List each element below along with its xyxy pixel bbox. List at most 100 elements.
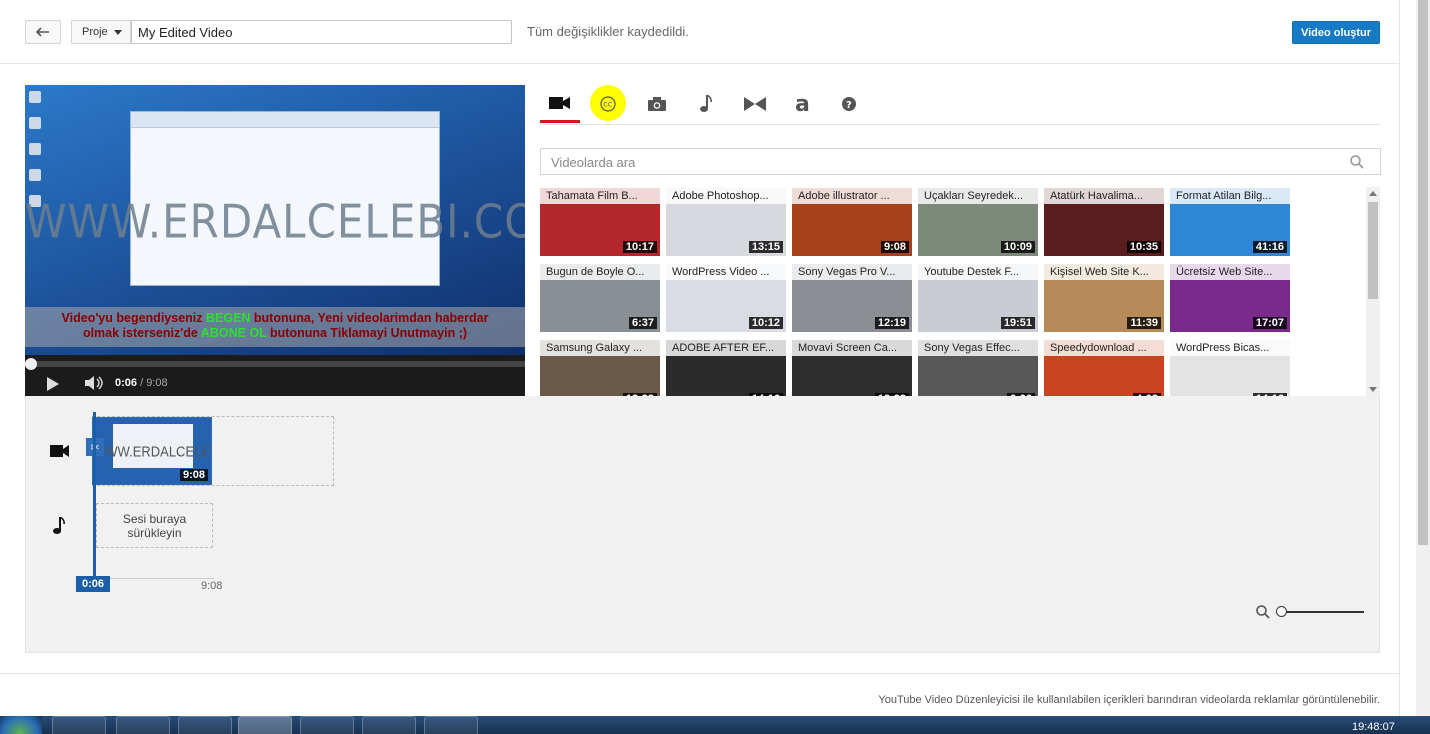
footer-note: YouTube Video Düzenleyicisi ile kullanıl… <box>878 694 1380 706</box>
video-track-icon <box>50 445 69 457</box>
video-thumbnail[interactable]: Adobe illustrator ... 9:08 <box>792 188 912 256</box>
video-thumbnail[interactable]: Speedydownload ...4:02 <box>1044 340 1164 397</box>
closed-caption-icon: CC <box>600 96 616 112</box>
video-duration: 10:35 <box>1126 241 1161 253</box>
zoom-slider-track[interactable] <box>1276 611 1364 613</box>
video-grid-scrollbar-thumb[interactable] <box>1368 202 1378 299</box>
save-status: Tüm değişiklikler kaydedildi. <box>527 24 689 39</box>
video-thumbnail[interactable]: WordPress Video ... 10:12 <box>666 264 786 332</box>
taskbar-explorer[interactable] <box>116 716 170 734</box>
search-icon[interactable] <box>1350 155 1364 169</box>
video-thumbnail[interactable]: Movavi Screen Ca...18:23 <box>792 340 912 397</box>
video-title: Movavi Screen Ca... <box>792 340 912 356</box>
back-button[interactable] <box>25 20 61 44</box>
tab-videos[interactable] <box>540 85 580 123</box>
audio-track-icon <box>53 517 65 534</box>
svg-text:?: ? <box>846 100 852 111</box>
video-title: Bugun de Boyle O... <box>540 264 660 280</box>
taskbar-tool[interactable] <box>424 716 478 734</box>
taskbar-clock: 19:48:07 <box>1352 721 1395 733</box>
chevron-down-icon <box>113 29 122 35</box>
video-title: WordPress Bicas... <box>1170 340 1290 356</box>
clip-duration: 9:08 <box>179 469 208 481</box>
video-title: Atatürk Havalima... <box>1044 188 1164 204</box>
video-thumbnail[interactable]: Sony Vegas Effec...6:06 <box>918 340 1038 397</box>
video-grid-scrollbar[interactable] <box>1366 187 1380 396</box>
progress-bar[interactable] <box>25 358 525 370</box>
video-thumbnail[interactable]: Ücretsiz Web Site... 17:07 <box>1170 264 1290 332</box>
video-thumbnail[interactable]: Sony Vegas Pro V... 12:19 <box>792 264 912 332</box>
taskbar-skype[interactable] <box>362 716 416 734</box>
page-scrollbar[interactable] <box>1416 0 1430 716</box>
video-title: Tahamata Film B... <box>540 188 660 204</box>
text-icon: a <box>795 94 810 114</box>
project-menu-label: Proje <box>82 26 108 38</box>
timeline-video-clip[interactable]: WWW.ERDALCELEBI.COM 9:08 <box>92 417 212 485</box>
video-thumbnail[interactable]: Adobe Photoshop... 13:15 <box>666 188 786 256</box>
video-thumbnail[interactable]: Atatürk Havalima... 10:35 <box>1044 188 1164 256</box>
playhead[interactable] <box>93 412 96 582</box>
video-title: Speedydownload ... <box>1044 340 1164 356</box>
total-time: / 9:08 <box>140 377 168 389</box>
help-icon: ? <box>842 97 856 111</box>
video-thumbnail[interactable]: WordPress Bicas...14:16 <box>1170 340 1290 397</box>
video-camera-icon <box>549 96 570 109</box>
tab-help[interactable]: ? <box>829 85 869 123</box>
project-title-input[interactable] <box>131 20 512 44</box>
video-title: Format Atilan Bilg... <box>1170 188 1290 204</box>
player-time: 0:06 / 9:08 <box>115 377 168 389</box>
video-title: Kişisel Web Site K... <box>1044 264 1164 280</box>
video-thumbnail[interactable]: Uçakları Seyredek... 10:09 <box>918 188 1038 256</box>
svg-text:CC: CC <box>603 101 613 109</box>
taskbar-app[interactable] <box>300 716 354 734</box>
taskbar-ie[interactable] <box>52 716 106 734</box>
video-title: Sony Vegas Pro V... <box>792 264 912 280</box>
video-title: Ücretsiz Web Site... <box>1170 264 1290 280</box>
video-thumbnail[interactable]: Format Atilan Bilg... 41:16 <box>1170 188 1290 256</box>
audio-drop-zone[interactable]: Sesi buraya sürükleyin <box>96 503 213 548</box>
video-title: Youtube Destek F... <box>918 264 1038 280</box>
music-note-icon <box>700 95 712 112</box>
video-title: Adobe Photoshop... <box>666 188 786 204</box>
video-title: Sony Vegas Effec... <box>918 340 1038 356</box>
video-thumbnail[interactable]: Tahamata Film B... 10:17 <box>540 188 660 256</box>
project-menu-button[interactable]: Proje <box>71 20 131 44</box>
start-button[interactable] <box>0 716 42 734</box>
video-grid: Tahamata Film B... 10:17 Adobe Photoshop..… <box>540 187 1300 397</box>
create-video-button[interactable]: Video oluştur <box>1292 21 1380 44</box>
page-border <box>1399 0 1400 716</box>
page-scrollbar-thumb[interactable] <box>1418 0 1428 545</box>
timeline-end-time: 9:08 <box>201 580 223 592</box>
video-frame: WWW.ERDALCELEBI.COM Video'yu begendiysen… <box>25 85 525 355</box>
scroll-down-icon[interactable] <box>1369 387 1377 392</box>
footer-divider <box>0 673 1400 674</box>
video-subtitle: Video'yu begendiyseniz BEGEN butonuna, Y… <box>25 307 525 347</box>
windows-taskbar: 19:48:07 <box>0 716 1430 734</box>
tab-audio[interactable] <box>686 85 726 123</box>
video-player[interactable]: WWW.ERDALCELEBI.COM Video'yu begendiysen… <box>25 85 525 396</box>
progress-knob[interactable] <box>25 358 37 370</box>
video-thumbnail[interactable]: Kişisel Web Site K... 11:39 <box>1044 264 1164 332</box>
tab-captions[interactable]: CC <box>588 85 628 123</box>
video-duration: 10:12 <box>748 317 783 329</box>
video-search-input[interactable]: Videolarda ara <box>540 148 1381 175</box>
volume-icon[interactable] <box>83 375 105 391</box>
taskbar-media[interactable] <box>178 716 232 734</box>
video-duration: 10:09 <box>1000 241 1035 253</box>
video-thumbnail[interactable]: Youtube Destek F... 19:51 <box>918 264 1038 332</box>
video-thumbnail[interactable]: Samsung Galaxy ...12:38 <box>540 340 660 397</box>
zoom-slider-handle[interactable] <box>1276 606 1287 617</box>
playhead-time[interactable]: 0:06 <box>76 576 110 592</box>
tab-photos[interactable] <box>637 85 677 123</box>
audio-drop-line1: Sesi buraya <box>122 512 187 526</box>
tab-text[interactable]: a <box>783 85 823 123</box>
timeline-ruler <box>96 578 214 579</box>
video-thumbnail[interactable]: ADOBE AFTER EF...14:16 <box>666 340 786 397</box>
video-thumbnail[interactable]: Bugun de Boyle O... 6:37 <box>540 264 660 332</box>
video-title: ADOBE AFTER EF... <box>666 340 786 356</box>
taskbar-chrome[interactable] <box>238 716 292 734</box>
tab-transitions[interactable] <box>735 85 775 123</box>
scroll-up-icon[interactable] <box>1369 191 1377 196</box>
play-icon[interactable] <box>47 377 59 391</box>
video-title: Adobe illustrator ... <box>792 188 912 204</box>
